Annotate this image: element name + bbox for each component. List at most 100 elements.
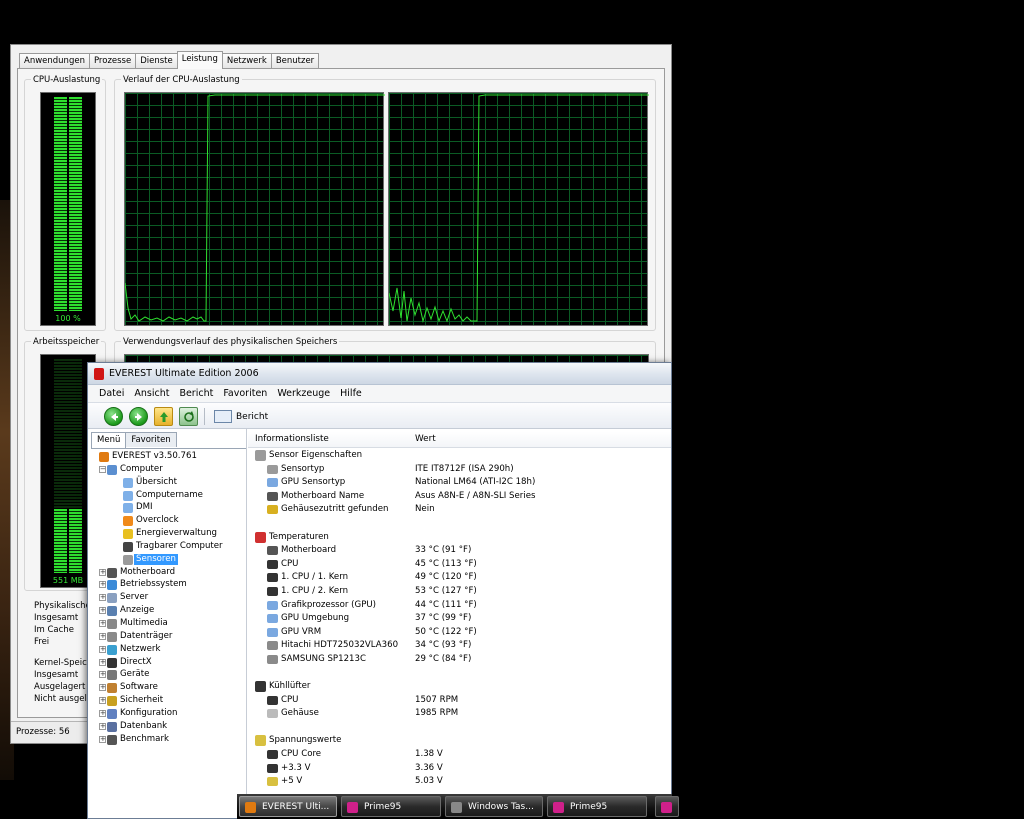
expand-icon[interactable]: + <box>99 735 106 743</box>
list-row[interactable]: CPU Core 1.38 V <box>248 748 671 762</box>
list-row[interactable]: Sensortyp ITE IT8712F (ISA 290h) <box>248 463 671 477</box>
tree-item-konfiguration[interactable]: + Konfiguration <box>91 707 246 720</box>
tree-item-geräte[interactable]: + Geräte <box>91 668 246 681</box>
network-icon <box>107 644 117 655</box>
tree-item-software[interactable]: + Software <box>91 681 246 694</box>
list-row[interactable]: CPU 45 °C (113 °F) <box>248 558 671 572</box>
tree-item-label: Tragbarer Computer <box>136 540 223 551</box>
taskbar-button[interactable]: Windows Tas... <box>445 796 543 817</box>
tab-favoriten[interactable]: Favoriten <box>125 432 177 447</box>
tab-dienste[interactable]: Dienste <box>135 53 178 69</box>
expand-icon[interactable]: + <box>99 658 106 666</box>
tree-item-benchmark[interactable]: + Benchmark <box>91 733 246 746</box>
list-row[interactable]: CPU 1507 RPM <box>248 694 671 708</box>
list-section-header[interactable]: Sensor Eigenschaften <box>248 449 671 463</box>
tree-item-übersicht[interactable]: Übersicht <box>91 476 246 489</box>
row-label: Spannungswerte <box>269 735 342 746</box>
list-row[interactable]: Motherboard Name Asus A8N-E / A8N-SLI Ser… <box>248 490 671 504</box>
list-row[interactable]: Motherboard 33 °C (91 °F) <box>248 544 671 558</box>
list-row[interactable]: Gehäusezutritt gefunden Nein <box>248 503 671 517</box>
tree-item-sensoren[interactable]: Sensoren <box>91 553 246 566</box>
tree-item-energieverwaltung[interactable]: Energieverwaltung <box>91 527 246 540</box>
tab-benutzer[interactable]: Benutzer <box>270 53 320 69</box>
list-row[interactable]: +5 V 5.03 V <box>248 775 671 789</box>
tree-item-sicherheit[interactable]: + Sicherheit <box>91 694 246 707</box>
up-folder-button[interactable] <box>154 407 173 426</box>
expand-icon[interactable]: + <box>99 594 106 602</box>
tree-item-overclock[interactable]: Overclock <box>91 514 246 527</box>
column-header-value[interactable]: Wert <box>415 434 436 444</box>
list-section-header[interactable]: Temperaturen <box>248 531 671 545</box>
row-label: Motherboard <box>281 545 337 556</box>
list-row[interactable]: GPU Sensortyp National LM64 (ATI-I2C 18h) <box>248 476 671 490</box>
expand-icon[interactable]: + <box>99 607 106 615</box>
tree-item-computername[interactable]: Computername <box>91 489 246 502</box>
expand-icon[interactable]: + <box>99 568 106 576</box>
tree-item-motherboard[interactable]: + Motherboard <box>91 566 246 579</box>
task-manager-tabs: Anwendungen Prozesse Dienste Leistung Ne… <box>19 51 320 69</box>
tree-item-netzwerk[interactable]: + Netzwerk <box>91 643 246 656</box>
expand-icon[interactable]: + <box>99 684 106 692</box>
list-row[interactable]: SAMSUNG SP1213C 29 °C (84 °F) <box>248 653 671 667</box>
tab-leistung[interactable]: Leistung <box>176 51 223 69</box>
menu-datei[interactable]: Datei <box>94 385 129 402</box>
list-row[interactable]: Grafikprozessor (GPU) 44 °C (111 °F) <box>248 599 671 613</box>
menu-favoriten[interactable]: Favoriten <box>218 385 272 402</box>
taskbar-button[interactable] <box>655 796 679 817</box>
tree-item-anzeige[interactable]: + Anzeige <box>91 604 246 617</box>
monitor-icon <box>107 606 117 617</box>
tab-menu[interactable]: Menü <box>91 432 127 448</box>
list-row[interactable]: Hitachi HDT725032VLA360 34 °C (93 °F) <box>248 639 671 653</box>
list-row[interactable]: GPU VRM 50 °C (122 °F) <box>248 626 671 640</box>
back-button[interactable] <box>104 407 123 426</box>
expand-icon[interactable]: + <box>99 619 106 627</box>
list-row[interactable]: +3.3 V 3.36 V <box>248 762 671 776</box>
list-section-header[interactable]: Spannungswerte <box>248 734 671 748</box>
tree-item-dmi[interactable]: DMI <box>91 501 246 514</box>
tree-item-datenbank[interactable]: + Datenbank <box>91 720 246 733</box>
menu-werkzeuge[interactable]: Werkzeuge <box>272 385 335 402</box>
column-header-info[interactable]: Informationsliste <box>255 434 329 444</box>
tab-anwendungen[interactable]: Anwendungen <box>19 53 90 69</box>
list-row[interactable]: Gehäuse 1985 RPM <box>248 707 671 721</box>
gpu-icon <box>267 478 278 488</box>
expand-icon[interactable]: + <box>99 709 106 717</box>
list-row[interactable]: GPU Umgebung 37 °C (99 °F) <box>248 612 671 626</box>
refresh-button[interactable] <box>179 407 198 426</box>
motherboard-icon <box>267 546 278 556</box>
expand-icon[interactable]: + <box>99 671 106 679</box>
list-section-header[interactable]: Kühllüfter <box>248 680 671 694</box>
tree-item-label: Computer <box>120 463 163 474</box>
tree-item-everest-v3-50-761[interactable]: EVEREST v3.50.761 <box>91 450 246 463</box>
taskbar-button[interactable]: Prime95 <box>341 796 441 817</box>
tab-prozesse[interactable]: Prozesse <box>88 53 137 69</box>
tree-item-betriebssystem[interactable]: + Betriebssystem <box>91 578 246 591</box>
row-label: Sensor Eigenschaften <box>269 450 363 460</box>
expand-icon[interactable]: + <box>99 722 106 730</box>
tree-item-datenträger[interactable]: + Datenträger <box>91 630 246 643</box>
expand-icon[interactable]: + <box>99 581 106 589</box>
menu-hilfe[interactable]: Hilfe <box>335 385 367 402</box>
tree-item-server[interactable]: + Server <box>91 591 246 604</box>
expand-icon[interactable]: + <box>99 645 106 653</box>
tree-item-label: Datenbank <box>120 720 168 731</box>
tree-item-multimedia[interactable]: + Multimedia <box>91 617 246 630</box>
taskbar-button[interactable]: EVEREST Ulti... <box>239 796 337 817</box>
forward-button[interactable] <box>129 407 148 426</box>
everest-titlebar[interactable]: EVEREST Ultimate Edition 2006 <box>88 363 671 385</box>
tree-item-computer[interactable]: − Computer <box>91 463 246 476</box>
tree-item-directx[interactable]: + DirectX <box>91 656 246 669</box>
taskbar-button[interactable]: Prime95 <box>547 796 647 817</box>
report-button[interactable]: Bericht <box>214 408 268 425</box>
tree-item-tragbarer-computer[interactable]: Tragbarer Computer <box>91 540 246 553</box>
expand-icon[interactable]: + <box>99 697 106 705</box>
tab-netzwerk[interactable]: Netzwerk <box>221 53 272 69</box>
cpu-usage-fill <box>54 97 82 311</box>
list-row[interactable]: 1. CPU / 1. Kern 49 °C (120 °F) <box>248 571 671 585</box>
expand-icon[interactable]: + <box>99 632 106 640</box>
list-row[interactable]: 1. CPU / 2. Kern 53 °C (127 °F) <box>248 585 671 599</box>
software-icon <box>107 683 117 694</box>
collapse-icon[interactable]: − <box>99 465 106 473</box>
menu-ansicht[interactable]: Ansicht <box>129 385 174 402</box>
menu-bericht[interactable]: Bericht <box>174 385 218 402</box>
